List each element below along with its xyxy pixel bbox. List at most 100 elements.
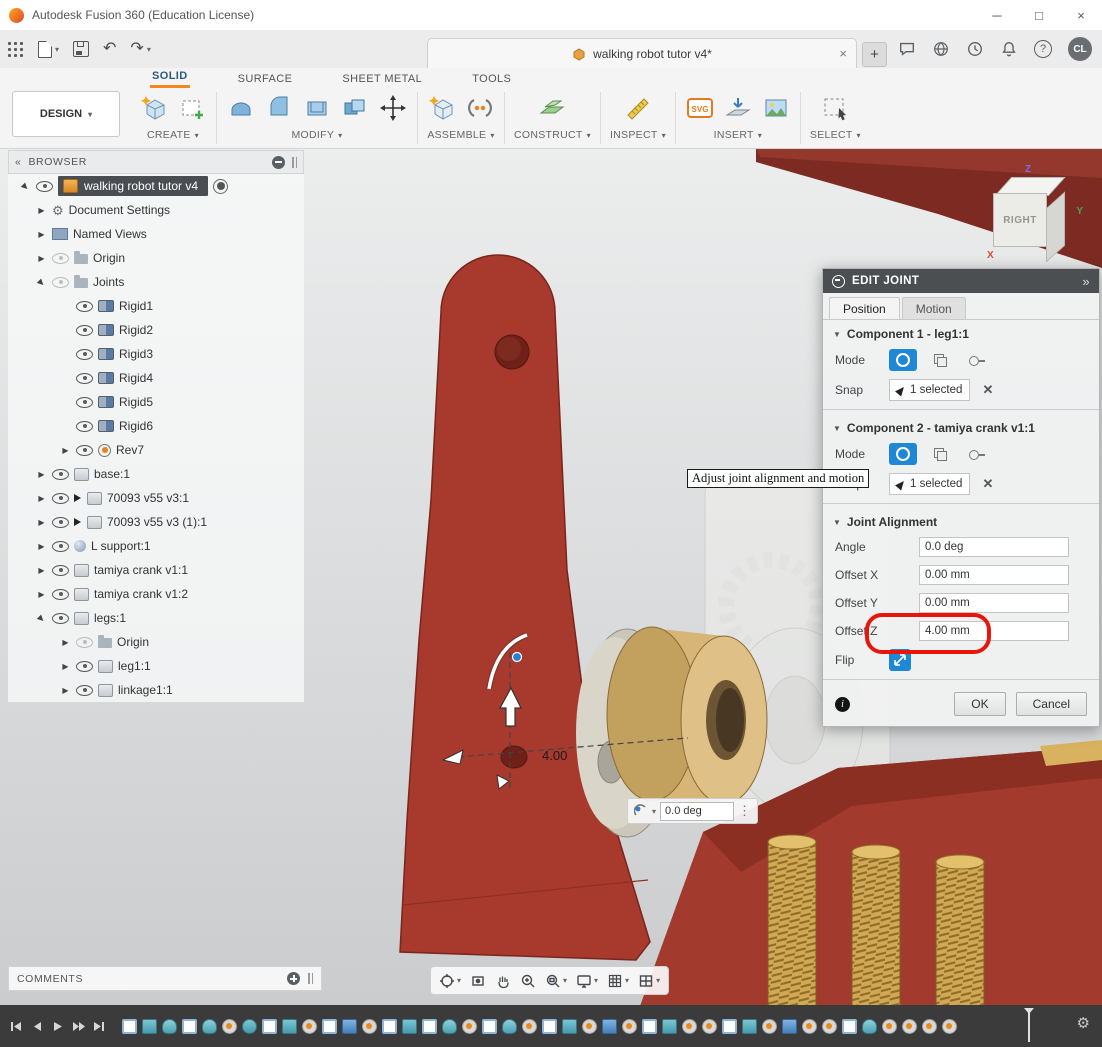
display-settings-tool[interactable]: ▾ [573, 973, 601, 989]
fillet-icon[interactable] [264, 94, 294, 122]
expand-arrow-icon[interactable]: ▶ [36, 230, 47, 239]
expand-arrow-icon[interactable]: ▶ [36, 542, 47, 551]
timeline-feature-sketch-icon[interactable] [382, 1019, 397, 1034]
tree-item-legs[interactable]: ▶ legs:1 [8, 606, 304, 630]
go-to-start-button[interactable] [8, 1019, 23, 1034]
dialog-header[interactable]: EDIT JOINT » [823, 269, 1099, 293]
joint-icon[interactable] [465, 94, 495, 122]
joint-angle-toolbar[interactable]: ▾ ⋮ [627, 798, 758, 824]
visibility-eye-icon[interactable] [76, 685, 93, 696]
tree-item-joints[interactable]: ▶ Joints [8, 270, 304, 294]
caret-down-icon[interactable]: ▾ [656, 976, 660, 985]
redo-caret-icon[interactable]: ▾ [147, 45, 151, 54]
timeline-feature-cyl-icon[interactable] [162, 1019, 177, 1034]
expand-arrow-icon[interactable]: ▶ [36, 470, 47, 479]
offset-y-input[interactable] [919, 593, 1069, 613]
offset-z-input[interactable] [919, 621, 1069, 641]
look-at-tool[interactable] [467, 973, 489, 989]
timeline-feature-sketch-icon[interactable] [182, 1019, 197, 1034]
caret-down-icon[interactable]: ▾ [594, 976, 598, 985]
flip-button[interactable] [889, 649, 911, 671]
group-create-label[interactable]: CREATE ▾ [147, 127, 199, 143]
view-cube-side-face[interactable] [1046, 191, 1065, 262]
tree-item-tamiya-crank-1[interactable]: ▶ tamiya crank v1:1 [8, 558, 304, 582]
tree-item-named-views[interactable]: ▶ Named Views [8, 222, 304, 246]
timeline-feature-rev-icon[interactable] [242, 1019, 257, 1034]
view-cube-front-face[interactable]: RIGHT [993, 193, 1047, 247]
step-forward-button[interactable] [71, 1019, 86, 1034]
visibility-eye-icon[interactable] [76, 397, 93, 408]
visibility-eye-icon[interactable] [76, 445, 93, 456]
help-icon[interactable] [1034, 40, 1052, 58]
joint-angle-input[interactable] [660, 802, 734, 821]
visibility-eye-icon[interactable] [52, 253, 69, 264]
tab-motion[interactable]: Motion [902, 297, 966, 319]
tree-item-l-support[interactable]: ▶ L support:1 [8, 534, 304, 558]
new-tab-button[interactable]: + [862, 42, 887, 67]
joint-alignment-section-header[interactable]: ▼ Joint Alignment [823, 508, 1099, 533]
tree-item-rigid6[interactable]: Rigid6 [8, 414, 304, 438]
caret-down-icon[interactable]: ▾ [457, 976, 461, 985]
web-globe-icon[interactable] [932, 40, 950, 58]
timeline-feature-joint-icon[interactable] [522, 1019, 537, 1034]
step-back-button[interactable] [29, 1019, 44, 1034]
timeline-feature-sketch-icon[interactable] [482, 1019, 497, 1034]
clear-selection-icon[interactable]: ✕ [982, 476, 993, 492]
timeline-feature-joint-icon[interactable] [902, 1019, 917, 1034]
visibility-eye-icon[interactable] [76, 301, 93, 312]
tree-item-origin[interactable]: ▶ Origin [8, 246, 304, 270]
tree-item-legs-origin[interactable]: ▶ Origin [8, 630, 304, 654]
timeline-feature-joint-icon[interactable] [922, 1019, 937, 1034]
timeline-feature-cyl-icon[interactable] [442, 1019, 457, 1034]
ok-button[interactable]: OK [954, 692, 1005, 716]
tab-surface[interactable]: SURFACE [236, 71, 295, 88]
expand-arrow-icon[interactable]: ▶ [36, 518, 47, 527]
component1-snap-selection[interactable]: 1 selected [889, 379, 970, 401]
group-assemble-label[interactable]: ASSEMBLE ▾ [427, 127, 494, 143]
visibility-eye-icon[interactable] [52, 565, 69, 576]
insert-derive-icon[interactable] [723, 94, 753, 122]
timeline-feature-cyl-icon[interactable] [862, 1019, 877, 1034]
section-collapse-icon[interactable]: ▼ [833, 518, 841, 527]
expand-arrow-icon[interactable]: ▶ [60, 686, 71, 695]
tree-item-rigid5[interactable]: Rigid5 [8, 390, 304, 414]
component2-snap-selection[interactable]: 1 selected [889, 473, 970, 495]
expand-arrow-icon[interactable]: ▶ [36, 590, 47, 599]
visibility-eye-icon[interactable] [76, 325, 93, 336]
tree-item-rigid2[interactable]: Rigid2 [8, 318, 304, 342]
panel-collapse-icon[interactable] [272, 156, 285, 169]
visibility-eye-icon[interactable] [52, 517, 69, 528]
construct-plane-icon[interactable] [537, 94, 567, 122]
offset-x-input[interactable] [919, 565, 1069, 585]
timeline-feature-joint-icon[interactable] [882, 1019, 897, 1034]
tab-tools[interactable]: TOOLS [470, 71, 513, 88]
tab-position[interactable]: Position [829, 297, 900, 319]
timeline-feature-box-icon[interactable] [342, 1019, 357, 1034]
angle-options-caret-icon[interactable]: ▾ [652, 807, 656, 816]
combine-icon[interactable] [340, 94, 370, 122]
timeline-feature-extrude-icon[interactable] [742, 1019, 757, 1034]
notifications-bell-icon[interactable] [1000, 40, 1018, 58]
close-button[interactable]: × [1060, 1, 1102, 30]
timeline-feature-cyl-icon[interactable] [502, 1019, 517, 1034]
expand-arrow-icon[interactable]: ▶ [60, 638, 71, 647]
play-button[interactable] [50, 1019, 65, 1034]
timeline-feature-joint-icon[interactable] [362, 1019, 377, 1034]
timeline-feature-sketch-icon[interactable] [842, 1019, 857, 1034]
group-inspect-label[interactable]: INSPECT ▾ [610, 127, 666, 143]
tab-solid[interactable]: SOLID [150, 68, 190, 88]
timeline-feature-sketch-icon[interactable] [722, 1019, 737, 1034]
component1-section-header[interactable]: ▼ Component 1 - leg1:1 [823, 320, 1099, 345]
timeline-feature-joint-icon[interactable] [582, 1019, 597, 1034]
visibility-eye-icon[interactable] [76, 421, 93, 432]
mode-simple-button[interactable] [889, 443, 917, 465]
timeline-feature-joint-icon[interactable] [222, 1019, 237, 1034]
more-options-icon[interactable]: ⋮ [738, 803, 751, 819]
timeline-feature-sketch-icon[interactable] [542, 1019, 557, 1034]
new-solid-icon[interactable] [139, 94, 169, 122]
expand-arrow-icon[interactable]: ▶ [60, 662, 71, 671]
timeline-position-marker[interactable] [1028, 1010, 1030, 1042]
close-tab-icon[interactable]: × [839, 46, 847, 61]
timeline-feature-sketch-icon[interactable] [122, 1019, 137, 1034]
expand-arrow-icon[interactable]: ▶ [36, 494, 47, 503]
